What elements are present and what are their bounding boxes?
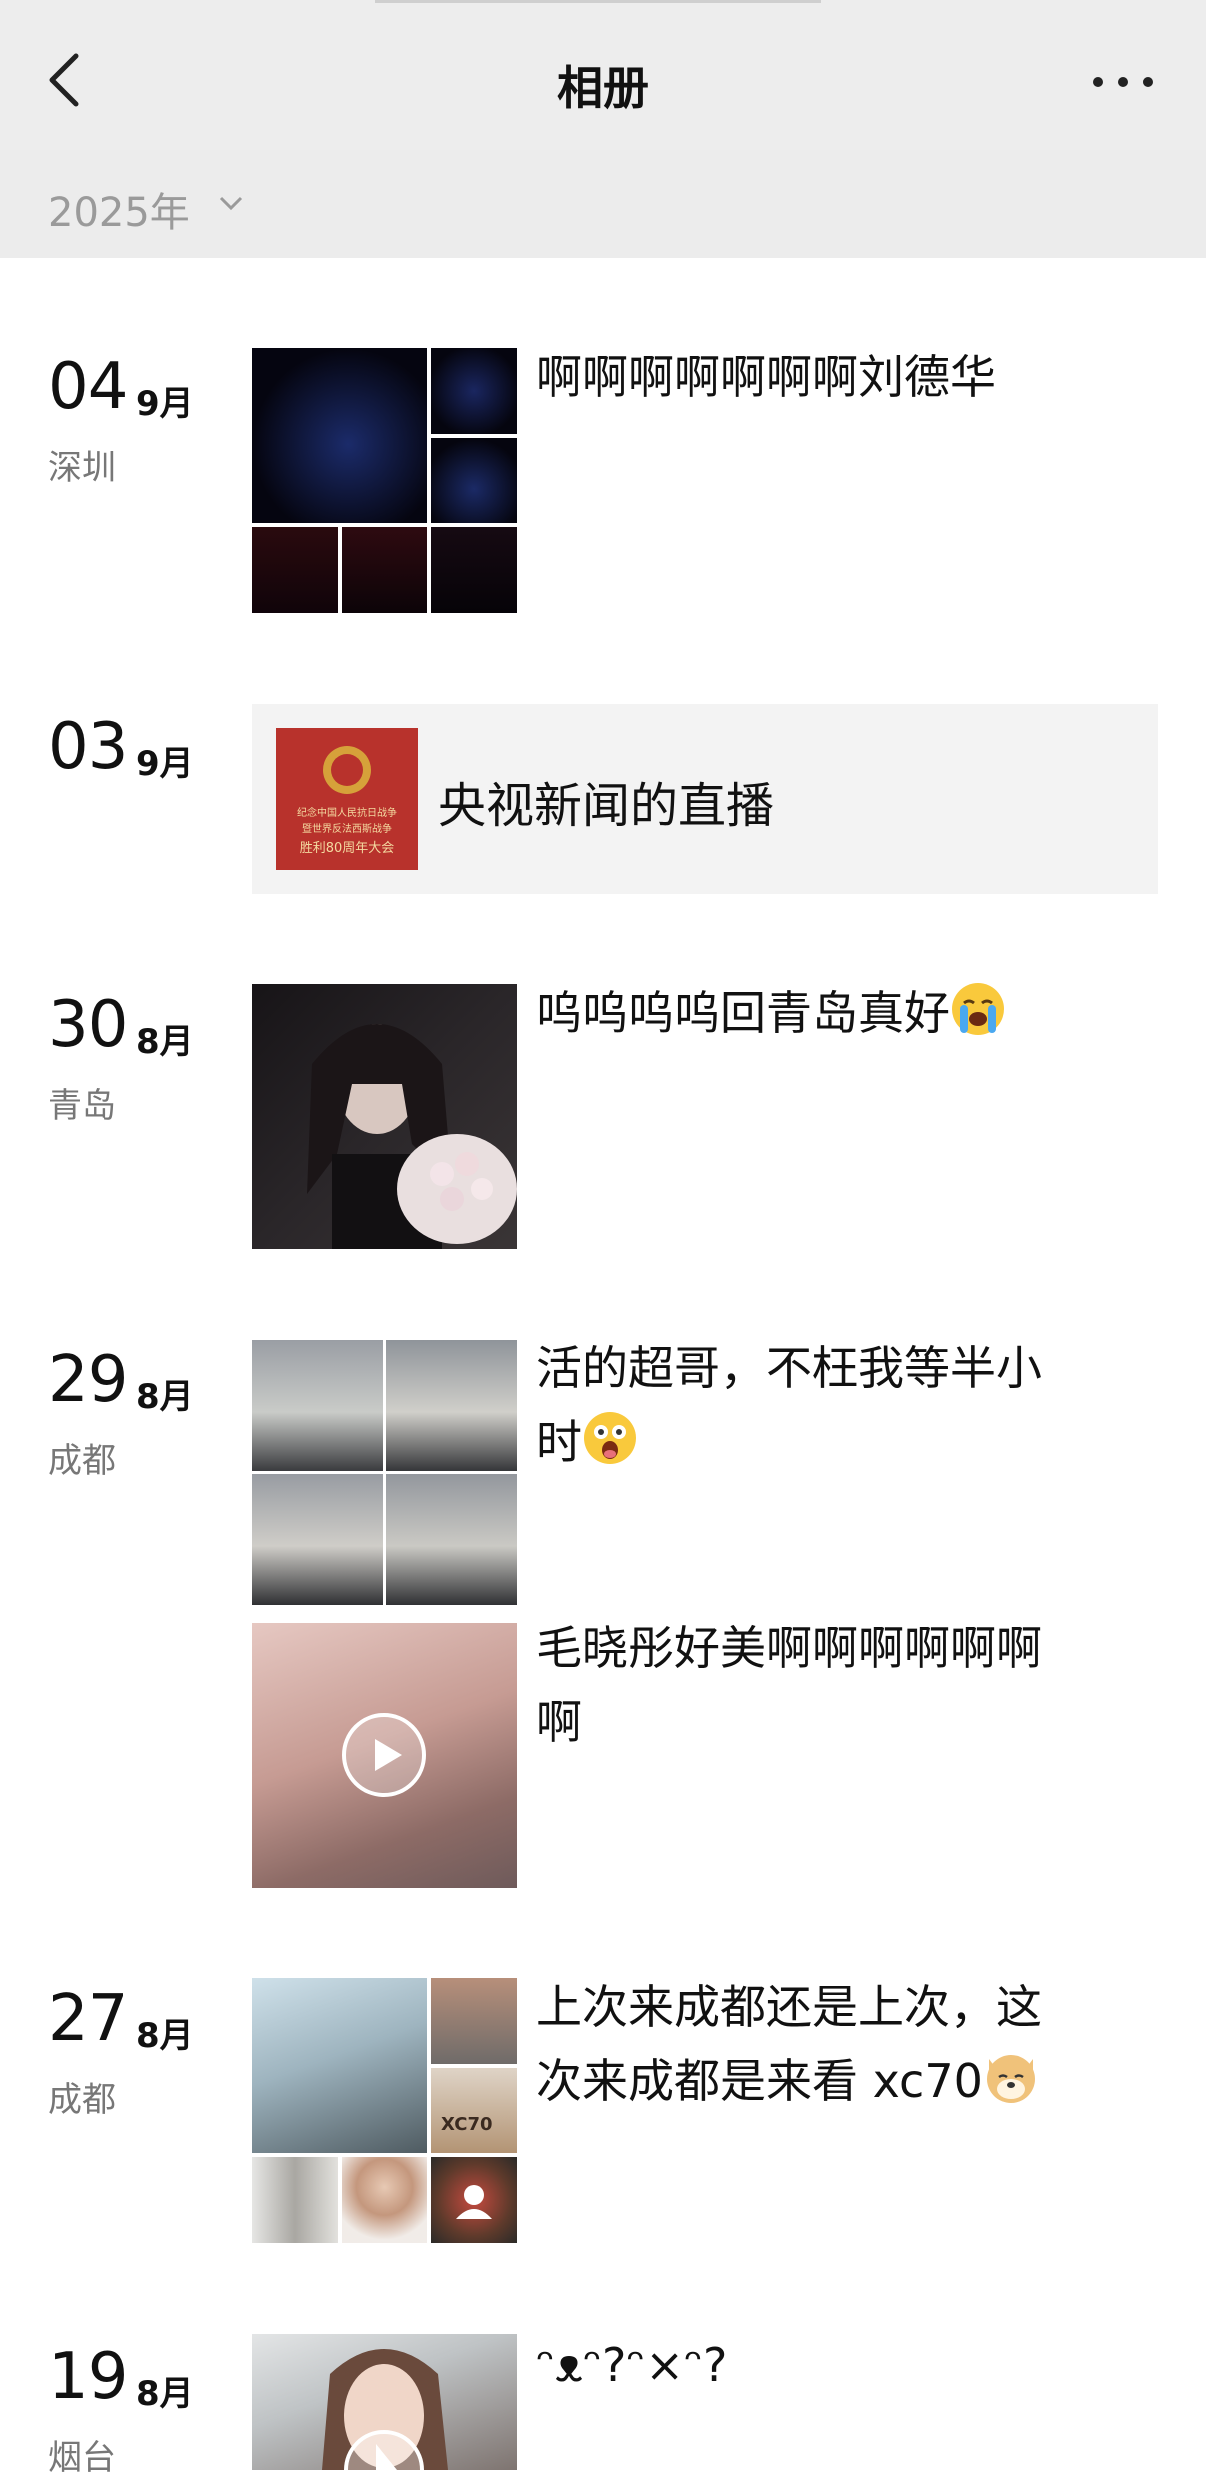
grid-cell [431, 438, 517, 523]
entry-day: 03 [48, 710, 128, 784]
commemoration-emblem-icon: 纪念中国人民抗日战争 暨世界反法西斯战争 胜利80周年大会 [297, 746, 397, 856]
entry-location: 成都 [48, 2080, 116, 2120]
svg-text:暨世界反法西斯战争: 暨世界反法西斯战争 [302, 822, 392, 835]
post-text[interactable]: 活的超哥，不枉我等半小 时 [536, 1331, 1096, 1479]
grid-cell: XC70 [431, 2068, 517, 2153]
chevron-down-icon [219, 196, 243, 211]
photo-thumbnail[interactable] [252, 984, 517, 1249]
entry-location: 成都 [48, 1441, 116, 1481]
more-options-icon[interactable] [1088, 62, 1158, 102]
post-text-line: 啊 [536, 1695, 582, 1749]
entry-month: 8月 [136, 1377, 194, 1417]
svg-text:胜利80周年大会: 胜利80周年大会 [300, 841, 395, 856]
svg-text:纪念中国人民抗日战争: 纪念中国人民抗日战争 [297, 806, 397, 819]
grid-cell [252, 527, 338, 613]
astonished-face-icon [584, 1412, 636, 1464]
grid-cell [431, 2157, 517, 2243]
photo-thumbnail[interactable] [252, 1340, 517, 1605]
entry-day: 29 [48, 1343, 128, 1417]
entry-day: 04 [48, 350, 128, 424]
year-selector[interactable]: 2025年 [0, 150, 1206, 258]
nav-bar: 相册 [0, 0, 1206, 151]
photo-thumbnail[interactable] [252, 348, 517, 613]
user-icon [456, 2185, 492, 2219]
entry-day: 19 [48, 2340, 128, 2414]
status-indicator [375, 0, 821, 3]
grid-cell [252, 348, 427, 523]
entry-location: 青岛 [48, 1086, 116, 1126]
post-text[interactable]: 毛晓彤好美啊啊啊啊啊啊 啊 [536, 1611, 1096, 1759]
entry-month: 9月 [136, 384, 194, 424]
shared-link-thumbnail: 纪念中国人民抗日战争 暨世界反法西斯战争 胜利80周年大会 [276, 728, 418, 870]
post-text-line: 活的超哥，不枉我等半小 [536, 1341, 1042, 1395]
play-icon[interactable] [340, 1711, 428, 1799]
shared-link-card[interactable]: 纪念中国人民抗日战争 暨世界反法西斯战争 胜利80周年大会 央视新闻的直播 [252, 704, 1158, 894]
grid-cell [431, 1978, 517, 2064]
grid-cell [431, 348, 517, 434]
crying-face-icon [952, 983, 1004, 1035]
shared-link-title: 央视新闻的直播 [438, 778, 775, 834]
photo-grid: XC70 [252, 1978, 517, 2243]
post-text[interactable]: 啊啊啊啊啊啊啊刘德华 [536, 340, 1096, 414]
grid-cell [342, 2157, 427, 2243]
grid-cell [252, 1978, 427, 2153]
post-text-content: 呜呜呜呜回青岛真好 [536, 986, 950, 1040]
grid-cell [431, 527, 517, 613]
entry-location: 深圳 [48, 448, 116, 488]
post-text-line: 上次来成都还是上次，这 [536, 1980, 1042, 2034]
entry-month: 9月 [136, 744, 194, 784]
video-thumbnail[interactable] [252, 2334, 517, 2470]
post-text[interactable]: 呜呜呜呜回青岛真好 [536, 976, 1096, 1050]
entry-day: 27 [48, 1982, 128, 2056]
photo-grid [252, 348, 517, 613]
grid-cell [252, 2157, 338, 2243]
post-text-line: 毛晓彤好美啊啊啊啊啊啊 [536, 1621, 1042, 1675]
xc70-label: XC70 [441, 2114, 493, 2135]
post-text[interactable]: 上次来成都还是上次，这 次来成都是来看 xc70 [536, 1970, 1096, 2118]
post-text-line: 次来成都是来看 xc70 [536, 2044, 1096, 2118]
grid-cell [342, 527, 427, 613]
entry-day: 30 [48, 988, 128, 1062]
portrait-image [322, 2349, 448, 2470]
doge-face-icon [986, 2055, 1035, 2103]
portrait-with-flowers-image [307, 1024, 517, 1249]
entry-location: 烟台 [48, 2438, 116, 2478]
entry-month: 8月 [136, 1022, 194, 1062]
photo-thumbnail[interactable]: XC70 [252, 1978, 517, 2243]
grid-cell [386, 1340, 517, 1471]
post-text[interactable]: ᵔᴥᵔ?ᵔ×ᵔ? [536, 2328, 1096, 2402]
entry-month: 8月 [136, 2374, 194, 2414]
grid-cell [386, 1474, 517, 1605]
photo-grid [252, 1340, 517, 1605]
grid-cell [252, 1340, 383, 1471]
post-text-line: 时 [536, 1405, 1096, 1479]
entry-month: 8月 [136, 2016, 194, 2056]
video-thumbnail[interactable] [252, 1623, 517, 1888]
year-label: 2025年 [48, 190, 190, 236]
page-title: 相册 [557, 61, 649, 115]
grid-cell [252, 1474, 383, 1605]
